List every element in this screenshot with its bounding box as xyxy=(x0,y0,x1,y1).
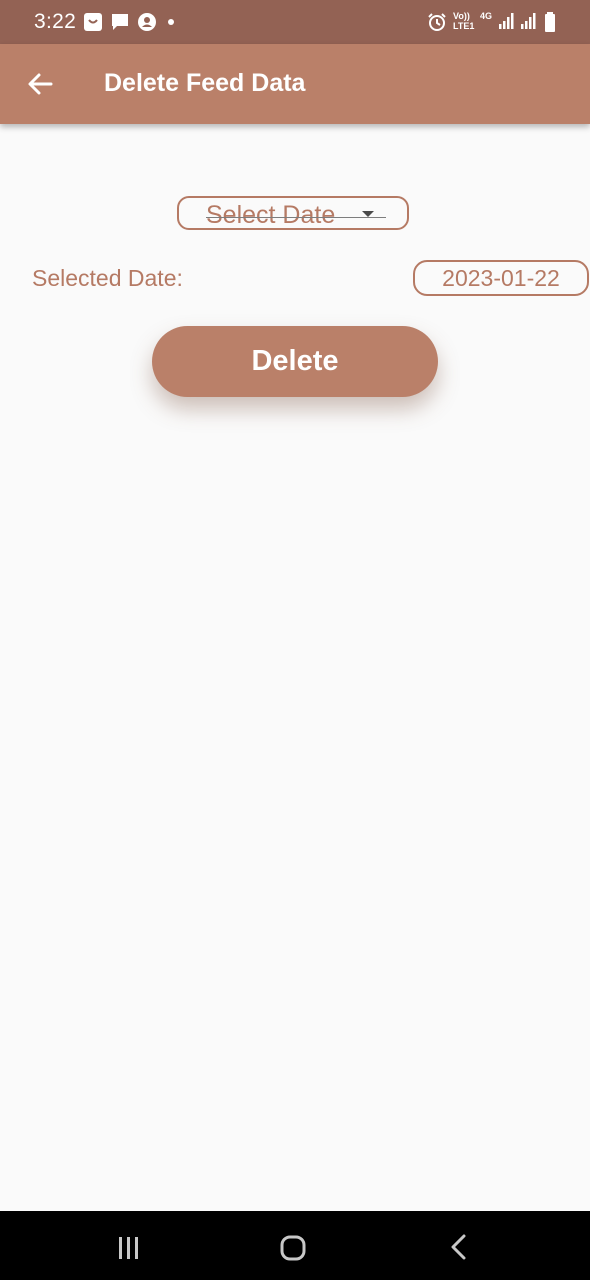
battery-icon xyxy=(545,12,555,32)
dropdown-underline xyxy=(206,217,386,218)
signal-icon xyxy=(521,13,536,29)
back-button[interactable] xyxy=(22,66,58,102)
back-icon[interactable] xyxy=(449,1234,469,1260)
select-date-label: Select Date xyxy=(206,201,336,229)
home-icon[interactable] xyxy=(280,1235,306,1261)
arrow-back-icon xyxy=(28,73,53,95)
notification-icon xyxy=(84,13,102,31)
message-icon xyxy=(112,14,128,30)
status-bar: 3:22 Vo)) LTE1 4G xyxy=(0,0,590,44)
signal-icon xyxy=(499,13,514,29)
network-type: 4G xyxy=(480,11,493,21)
delete-button[interactable]: Delete xyxy=(152,326,438,397)
page-title: Delete Feed Data xyxy=(104,69,306,97)
select-date-dropdown[interactable]: Select Date xyxy=(177,196,409,230)
status-time: 3:22 xyxy=(34,10,77,33)
navigation-bar xyxy=(0,1211,590,1280)
account-icon xyxy=(138,13,156,31)
selected-date-value: 2023-01-22 xyxy=(413,260,589,296)
dot-icon xyxy=(168,19,174,25)
selected-date-label: Selected Date: xyxy=(32,265,183,291)
alarm-icon xyxy=(428,13,446,31)
recents-icon[interactable] xyxy=(117,1236,141,1260)
network-label: Vo)) LTE1 xyxy=(453,11,475,31)
dropdown-arrow-icon xyxy=(362,211,374,217)
app-bar: Delete Feed Data xyxy=(0,44,590,124)
